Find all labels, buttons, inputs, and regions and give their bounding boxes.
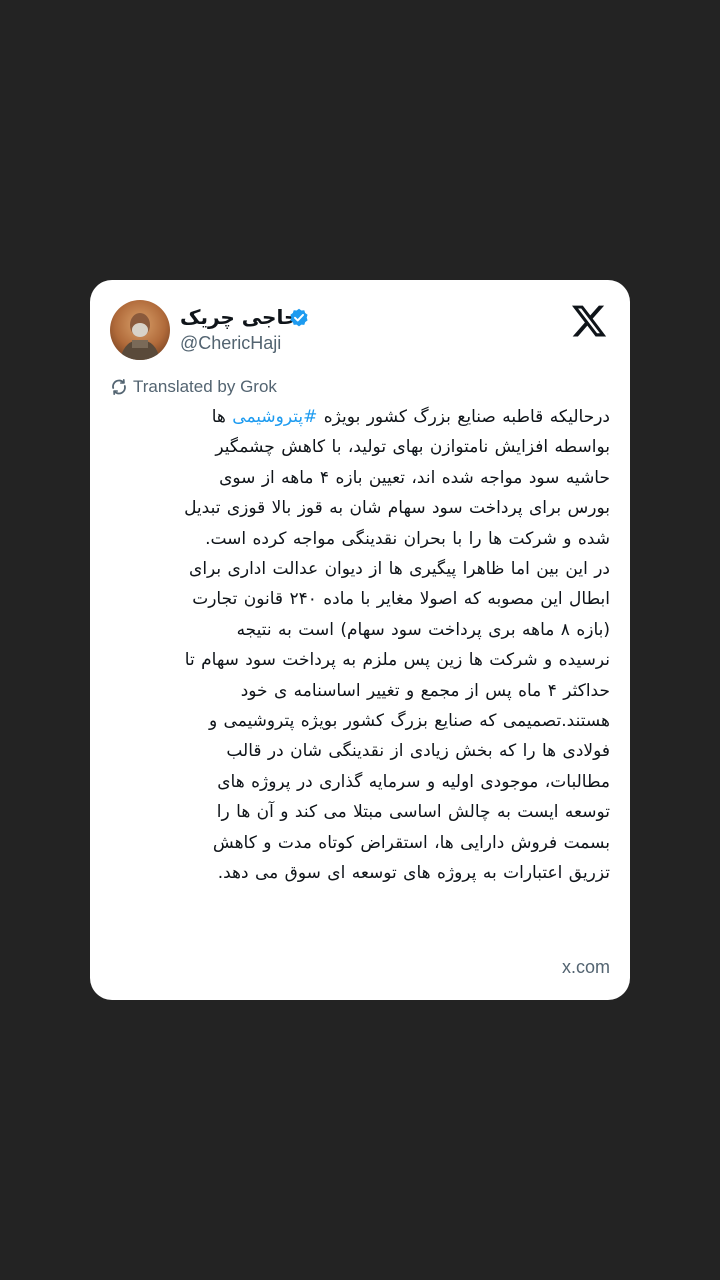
tweet-card[interactable]: حاجی چریک @ChericHaji Translated by Grok… — [90, 280, 630, 1000]
tweet-line: در این بین اما ظاهرا پیگیری ها از دیوان … — [189, 559, 610, 580]
source-domain[interactable]: x.com — [562, 957, 610, 978]
tweet-line: درحالیکه قاطبه صنایع بزرگ کشور بویژه #پت… — [110, 402, 610, 432]
tweet-line: حاشیه سود مواجه شده اند، تعیین بازه ۴ ما… — [219, 467, 610, 488]
tweet-line: هستند.تصمیمی که صنایع بزرگ کشور بویژه پت… — [208, 711, 610, 732]
tweet-line: نرسیده و شرکت ها زین پس ملزم به پرداخت س… — [184, 650, 610, 671]
profile-photo-icon — [110, 300, 170, 360]
verified-badge-icon — [290, 308, 308, 327]
avatar[interactable] — [110, 300, 170, 360]
tweet-line: مطالبات، موجودی اولیه و سرمایه گذاری در … — [217, 771, 610, 792]
x-logo-icon[interactable] — [570, 302, 608, 340]
translate-icon — [112, 379, 126, 395]
tweet-line: بواسطه افزایش نامتوازن بهای تولید، با کا… — [215, 437, 610, 458]
tweet-text-segment: درحالیکه قاطبه صنایع بزرگ کشور بویژه — [317, 407, 610, 427]
tweet-line: توسعه ایست به چالش اساسی مبتلا می کند و … — [216, 802, 610, 823]
tweet-line: تزریق اعتبارات به پروژه های توسعه ای سوق… — [217, 863, 610, 884]
translation-label: Translated by Grok — [133, 377, 277, 396]
tweet-line: حداکثر ۴ ماه پس از مجمع و تغییر اساسنامه… — [240, 680, 610, 701]
tweet-text-segment: ها — [211, 407, 233, 427]
hashtag-link[interactable]: #پتروشیمی — [232, 407, 317, 427]
tweet-line: (بازه ۸ ماهه بری پرداخت سود سهام) است به… — [236, 619, 610, 640]
tweet-line: بورس برای پرداخت سود سهام شان به قوز بال… — [184, 498, 610, 519]
user-handle[interactable]: @ChericHaji — [180, 332, 281, 354]
display-name[interactable]: حاجی چریک — [180, 304, 298, 330]
translation-notice[interactable]: Translated by Grok — [110, 376, 277, 398]
tweet-line: فولادی ها را که بخش زیادی از نقدینگی شان… — [226, 741, 610, 762]
tweet-text: درحالیکه قاطبه صنایع بزرگ کشور بویژه #پت… — [110, 402, 610, 889]
tweet-line: ابطال این مصوبه که اصولا مغایر با ماده ۲… — [192, 589, 610, 610]
tweet-line: بسمت فروش دارایی ها، استقراض کوتاه مدت و… — [212, 832, 610, 853]
tweet-line: شده و شرکت ها را با بحران نقدینگی مواجه … — [205, 528, 610, 549]
